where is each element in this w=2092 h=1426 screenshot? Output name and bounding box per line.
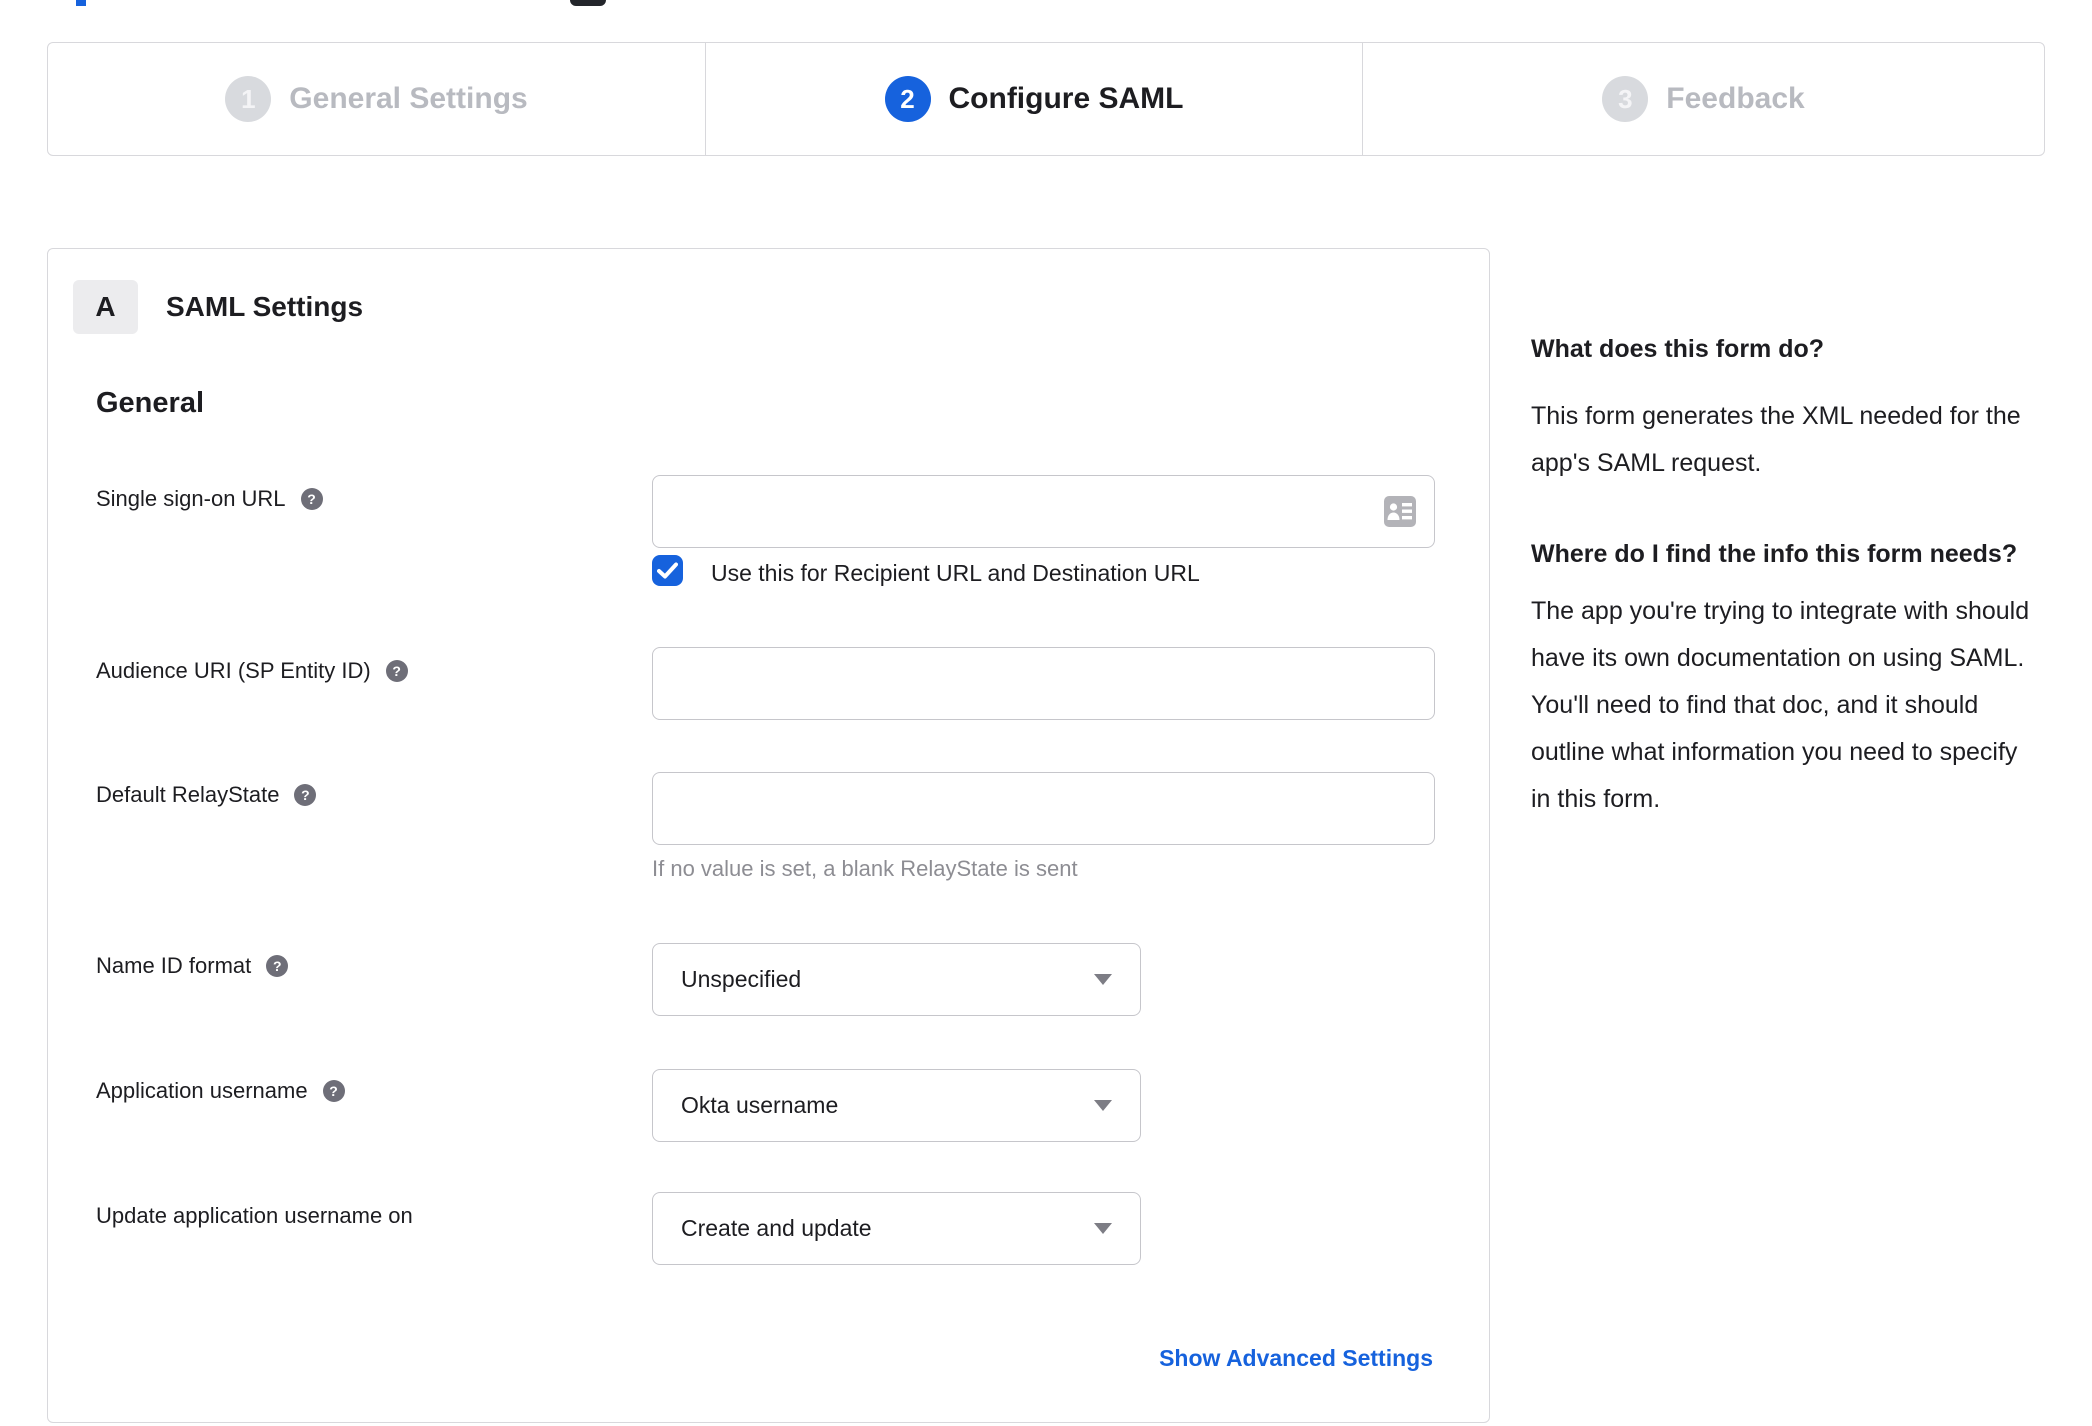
app-username-select[interactable]: Okta username [652,1069,1141,1142]
update-username-label-row: Update application username on [96,1202,413,1230]
step-2-label: Configure SAML [948,82,1184,115]
help-icon[interactable]: ? [322,1080,345,1102]
step-feedback: 3 Feedback [1363,43,2044,155]
update-username-label: Update application username on [96,1203,413,1228]
chevron-down-icon [1094,1100,1112,1111]
help-sidebar: What does this form do? This form genera… [1531,326,2031,823]
use-for-recipient-destination-checkbox[interactable] [652,555,683,586]
help-heading-where: Where do I find the info this form needs… [1531,540,2018,568]
name-id-format-select[interactable]: Unspecified [652,943,1141,1016]
help-icon[interactable]: ? [300,488,323,510]
audience-uri-label: Audience URI (SP Entity ID) [96,658,371,683]
help-icon[interactable]: ? [294,784,317,806]
use-for-recipient-destination-label: Use this for Recipient URL and Destinati… [711,560,1200,586]
section-a-badge: A [73,280,138,334]
contact-card-icon[interactable] [1384,496,1416,527]
help-body-what: This form generates the XML needed for t… [1531,402,2021,477]
relay-state-label-row: Default RelayState ? [96,781,317,809]
step-1-label: General Settings [289,82,528,115]
relay-state-hint: If no value is set, a blank RelayState i… [652,856,1078,881]
relay-state-input[interactable] [652,772,1435,845]
sso-url-label: Single sign-on URL [96,486,286,511]
panel-title: SAML Settings [166,291,364,322]
update-username-value: Create and update [681,1215,872,1241]
step-1-number-badge: 1 [225,76,272,122]
help-icon[interactable]: ? [385,660,408,682]
wizard-stepper: 1 General Settings 2 Configure SAML 3 Fe… [47,42,2045,156]
chevron-down-icon [1094,974,1112,985]
step-general-settings[interactable]: 1 General Settings [48,43,705,155]
checkmark-icon [657,562,678,579]
cropped-logo-fragment [76,0,86,6]
step-3-number-badge: 3 [1602,76,1649,122]
sso-url-input[interactable] [652,475,1435,548]
step-configure-saml[interactable]: 2 Configure SAML [705,43,1363,155]
app-username-label: Application username [96,1078,308,1103]
chevron-down-icon [1094,1223,1112,1234]
help-heading-what: What does this form do? [1531,335,1825,363]
show-advanced-settings-link[interactable]: Show Advanced Settings [1159,1345,1433,1372]
relay-state-label: Default RelayState [96,782,280,807]
app-username-label-row: Application username ? [96,1077,345,1105]
name-id-format-label-row: Name ID format ? [96,952,289,980]
update-username-select[interactable]: Create and update [652,1192,1141,1265]
sso-url-input-wrap [652,475,1435,548]
cropped-app-icon-fragment [570,0,606,6]
audience-uri-input[interactable] [652,647,1435,720]
step-3-label: Feedback [1666,82,1805,115]
name-id-format-value: Unspecified [681,966,802,992]
step-2-number-badge: 2 [884,76,931,122]
general-section-heading: General [96,387,204,419]
app-username-value: Okta username [681,1092,839,1118]
help-icon[interactable]: ? [266,955,289,977]
saml-settings-panel: A SAML Settings General Single sign-on U… [47,248,1490,1423]
sso-url-label-row: Single sign-on URL ? [96,485,323,513]
name-id-format-label: Name ID format [96,953,252,978]
help-body-where: The app you're trying to integrate with … [1531,597,2030,813]
audience-uri-label-row: Audience URI (SP Entity ID) ? [96,657,408,685]
